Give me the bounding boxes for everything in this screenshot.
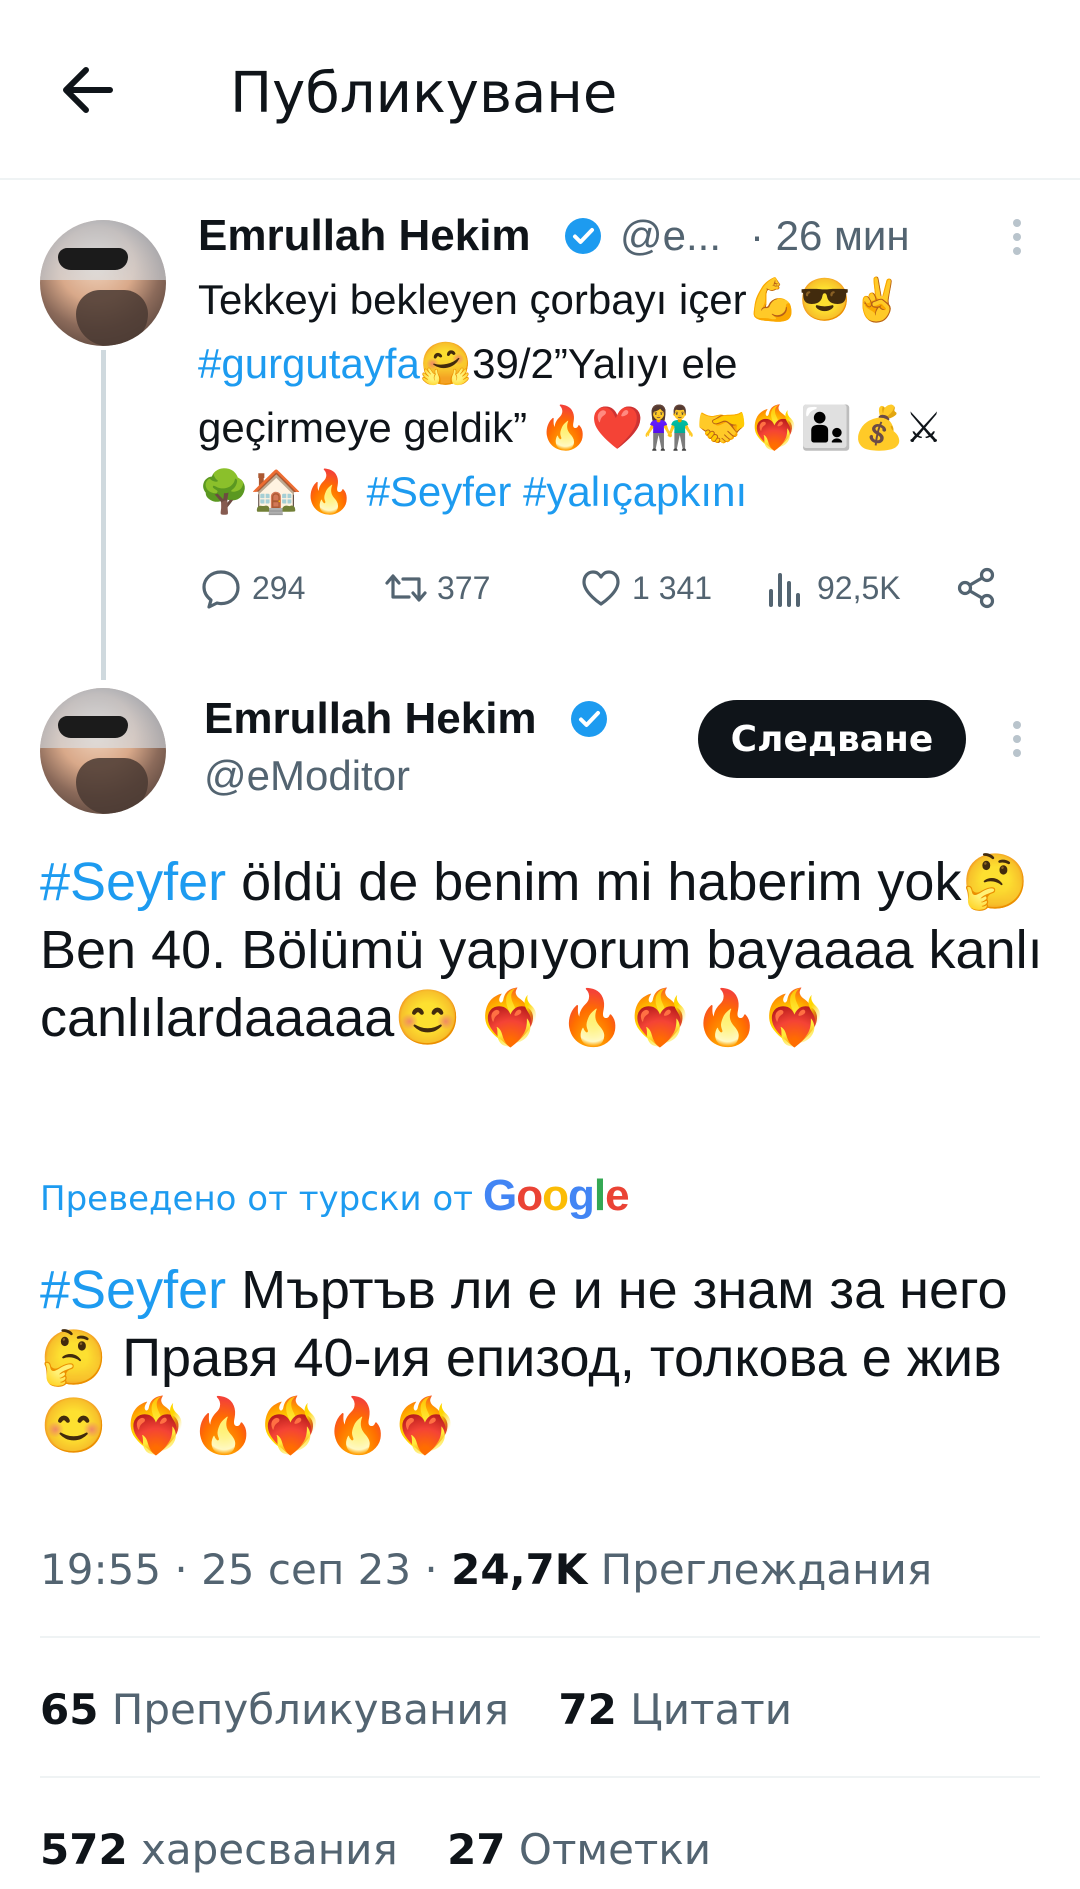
views-count: 92,5K [817,569,901,606]
google-logo: Google [482,1171,630,1220]
tweet-time[interactable]: · 26 мин [750,210,910,262]
page-title: Публикуване [230,61,618,126]
heart-icon [582,570,620,606]
bookmarks-stat[interactable]: 27 Отметки [447,1820,711,1880]
reposts-stat[interactable]: 65 Препубликувания [40,1680,509,1740]
hashtag-link[interactable]: #yalıçapkını [523,468,747,515]
timestamp[interactable]: 19:55 · 25 сеп 23 · [40,1545,451,1594]
repost-count: 377 [437,569,491,606]
tweet-actions: 294 377 1 341 92,5K [198,558,1018,618]
top-bar: Публикуване [0,0,1080,180]
reply-button[interactable]: 294 [198,558,305,618]
views-count: 24,7K [451,1545,588,1594]
author-name[interactable]: Emrullah Hekim [198,210,531,262]
translated-text: #Seyfer Мъртъв ли е и не знам за него 🤔 … [40,1256,1050,1460]
translation-label: Преведено от турски от [40,1179,473,1219]
like-count: 1 341 [632,569,713,606]
engagement-stats: 572 харесвания 27 Отметки [40,1820,747,1880]
repost-button[interactable]: 377 [383,558,490,618]
tweet-text-line: Tekkeyi bekleyen çorbayı içer💪😎✌ [198,276,904,323]
avatar[interactable] [40,688,166,814]
tweet-text: #Seyfer öldü de benim mi haberim yok🤔 Be… [40,848,1050,1052]
translation-attribution[interactable]: Преведено от турски от Google [40,1168,630,1227]
tweet-text-line: geçirmeye geldik” 🔥❤️👫🤝❤️‍🔥👨‍👦💰⚔ [198,404,943,451]
follow-button[interactable]: Следване [698,700,966,778]
more-options-icon[interactable] [1005,214,1029,262]
more-options-icon[interactable] [1005,716,1029,764]
quotes-stat[interactable]: 72 Цитати [558,1680,792,1740]
hashtag-link[interactable]: #gurgutayfa [198,340,420,387]
likes-stat[interactable]: 572 харесвания [40,1820,398,1880]
views-chart-icon [769,573,800,607]
reply-count: 294 [252,569,306,606]
share-icon [957,567,995,609]
share-button[interactable] [953,558,999,618]
tweet-text-line: 🌳🏠🔥 #Seyfer #yalıçapkını [198,468,748,515]
divider [40,1636,1040,1638]
author-handle[interactable]: @e... [620,210,721,262]
repost-icon [385,574,427,602]
views-button[interactable]: 92,5K [763,558,901,618]
reply-icon [202,570,240,609]
hashtag-link[interactable]: #Seyfer [40,852,226,912]
author-name[interactable]: Emrullah Hekim [204,693,537,745]
verified-badge-icon [571,701,607,737]
author-handle[interactable]: @eModitor [204,750,410,802]
back-arrow-icon[interactable] [56,58,120,122]
hashtag-link[interactable]: #Seyfer [367,468,512,515]
avatar[interactable] [40,220,166,346]
views-label: Преглеждания [587,1545,933,1594]
tweet-detail-page: Публикуване Emrullah Hekim @e... · 26 ми… [0,0,1080,1889]
like-button[interactable]: 1 341 [578,558,712,618]
divider [40,1776,1040,1778]
engagement-stats: 65 Препубликувания 72 Цитати [40,1680,828,1740]
thread-connector [101,350,106,680]
tweet-timestamp: 19:55 · 25 сеп 23 · 24,7K Преглеждания [40,1540,932,1600]
hashtag-link[interactable]: #Seyfer [40,1260,226,1320]
tweet-text-line: #gurgutayfa🤗39/2”Yalıyı ele [198,340,738,387]
tweet-text: Tekkeyi bekleyen çorbayı içer💪😎✌ #gurgut… [198,268,1048,524]
verified-badge-icon [565,218,601,254]
